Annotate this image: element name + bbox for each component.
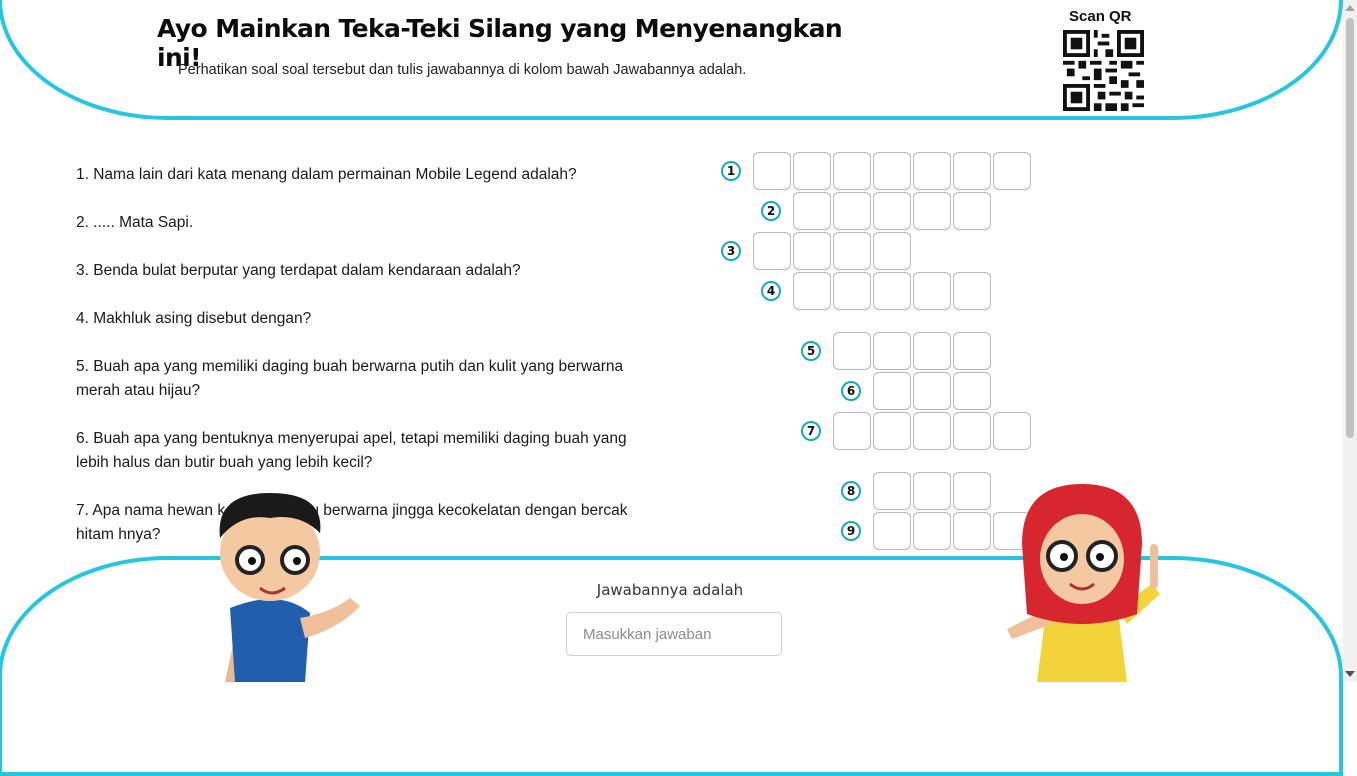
- scrollbar-thumb[interactable]: [1346, 18, 1354, 438]
- question-5: 5. Buah apa yang memiliki daging buah be…: [76, 358, 624, 399]
- crossword-cell[interactable]: [913, 412, 951, 450]
- answer-input[interactable]: [566, 612, 782, 656]
- crossword-cell[interactable]: [913, 332, 951, 370]
- crossword-cell[interactable]: [873, 192, 911, 230]
- clue-number-7: 7: [801, 421, 821, 441]
- crossword-cell[interactable]: [833, 332, 871, 370]
- crossword-cell[interactable]: [953, 332, 991, 370]
- crossword-cell[interactable]: [873, 272, 911, 310]
- crossword-cell[interactable]: [873, 472, 911, 510]
- crossword-cell[interactable]: [913, 472, 951, 510]
- crossword-cell[interactable]: [833, 152, 871, 190]
- crossword-cell[interactable]: [873, 372, 911, 410]
- crossword-cell[interactable]: [953, 512, 991, 550]
- crossword-cell[interactable]: [913, 372, 951, 410]
- crossword-cell[interactable]: [953, 372, 991, 410]
- crossword-cell[interactable]: [873, 412, 911, 450]
- clue-number-6: 6: [841, 381, 861, 401]
- question-2: 2. ..... Mata Sapi.: [76, 214, 194, 231]
- question-4: 4. Makhluk asing disebut dengan?: [76, 310, 312, 327]
- crossword-cell[interactable]: [793, 232, 831, 270]
- crossword-cell[interactable]: [953, 472, 991, 510]
- crossword-cell[interactable]: [833, 412, 871, 450]
- crossword-cell[interactable]: [793, 192, 831, 230]
- crossword-cell[interactable]: [913, 512, 951, 550]
- clue-number-4: 4: [761, 281, 781, 301]
- clue-number-2: 2: [761, 201, 781, 221]
- crossword-cell[interactable]: [993, 412, 1031, 450]
- clue-number-1: 1: [721, 161, 741, 181]
- question-3: 3. Benda bulat berputar yang terdapat da…: [76, 262, 521, 279]
- scroll-down-arrow-icon[interactable]: [1345, 671, 1355, 677]
- crossword-cell[interactable]: [753, 232, 791, 270]
- crossword-cell[interactable]: [953, 272, 991, 310]
- crossword-cell[interactable]: [873, 512, 911, 550]
- crossword-cell[interactable]: [753, 152, 791, 190]
- crossword-cell[interactable]: [873, 152, 911, 190]
- clue-number-8: 8: [841, 481, 861, 501]
- crossword-cell[interactable]: [873, 332, 911, 370]
- clue-number-5: 5: [801, 341, 821, 361]
- crossword-cell[interactable]: [833, 192, 871, 230]
- scroll-up-arrow-icon[interactable]: [1345, 5, 1355, 11]
- crossword-cell[interactable]: [993, 152, 1031, 190]
- crossword-cell[interactable]: [793, 272, 831, 310]
- crossword-cell[interactable]: [953, 192, 991, 230]
- crossword-cell[interactable]: [913, 192, 951, 230]
- qr-code-icon[interactable]: [1063, 30, 1144, 111]
- crossword-cell[interactable]: [793, 152, 831, 190]
- crossword-cell[interactable]: [913, 272, 951, 310]
- crossword-cell[interactable]: [833, 232, 871, 270]
- crossword-cell[interactable]: [833, 272, 871, 310]
- crossword-cell[interactable]: [873, 232, 911, 270]
- crossword-cell[interactable]: [913, 152, 951, 190]
- question-6: 6. Buah apa yang bentuknya menyerupai ap…: [76, 430, 627, 471]
- vertical-scrollbar[interactable]: [1343, 0, 1357, 682]
- question-1: 1. Nama lain dari kata menang dalam perm…: [76, 166, 577, 183]
- clue-number-9: 9: [841, 521, 861, 541]
- qr-label: Scan QR: [1069, 8, 1132, 25]
- crossword-cell[interactable]: [953, 152, 991, 190]
- page-subtitle: Perhatikan soal soal tersebut dan tulis …: [178, 62, 747, 78]
- boy-character-image: [219, 493, 360, 682]
- crossword-cell[interactable]: [953, 412, 991, 450]
- answer-label: Jawabannya adalah: [596, 581, 744, 599]
- girl-character-image: [1007, 484, 1160, 682]
- clue-number-3: 3: [721, 241, 741, 261]
